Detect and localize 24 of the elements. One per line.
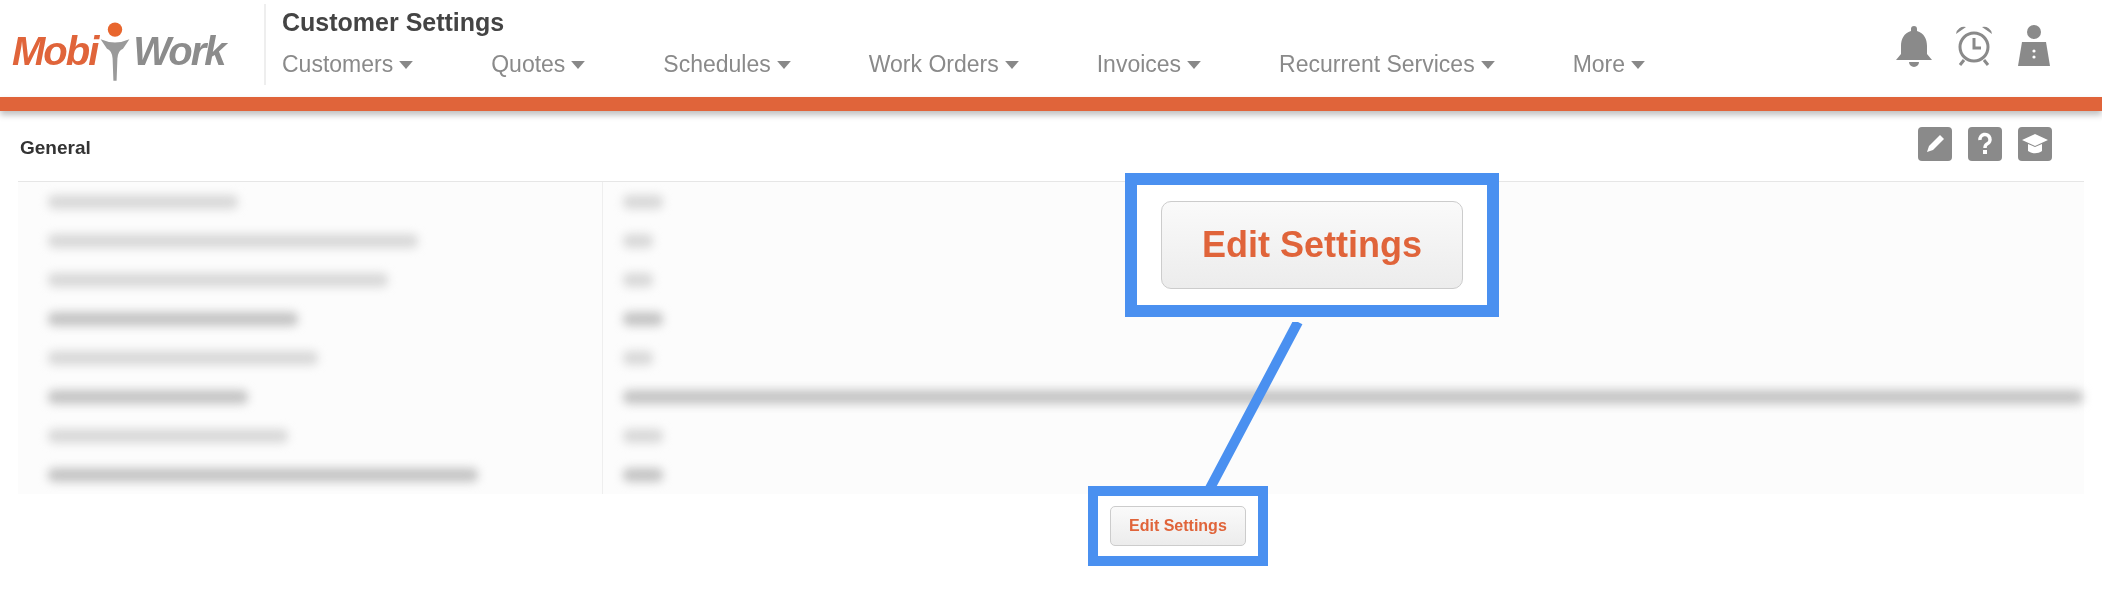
blurred-text [623,350,653,365]
nav-menu[interactable]: More [1572,51,1646,78]
page-title: Customer Settings [282,8,506,37]
edit-settings-button[interactable]: Edit Settings [1110,506,1246,546]
blurred-text [623,467,663,482]
section-title: General [20,137,91,160]
bell-icon[interactable] [1894,24,1934,68]
logo[interactable]: Mobi Work [0,0,252,97]
nav-menu[interactable]: Work Orders [868,51,1019,78]
edit-icon[interactable] [1918,127,1952,161]
blurred-text [623,272,653,287]
alarm-clock-icon[interactable] [1954,24,1994,68]
nav-menu[interactable]: Customers [282,51,414,78]
nav-menu[interactable]: Invoices [1096,51,1202,78]
blurred-text [623,428,663,443]
help-icon[interactable] [1968,127,2002,161]
blurred-text [623,194,663,209]
nav-menu[interactable]: Schedules [663,51,791,78]
blurred-text [623,233,653,248]
nav-menu[interactable]: Recurrent Services [1279,51,1495,78]
blurred-text [623,311,663,326]
nav-menu[interactable]: Quotes [491,51,586,78]
graduation-cap-icon[interactable] [2018,127,2052,161]
edit-settings-button[interactable]: Edit Settings [1161,201,1463,289]
